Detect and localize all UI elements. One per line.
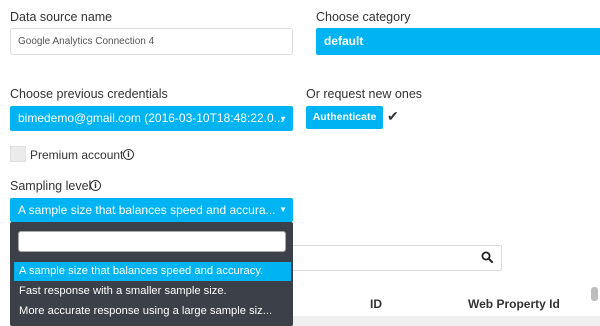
category-value: default	[324, 34, 364, 48]
data-source-name-input[interactable]: Google Analytics Connection 4	[10, 28, 293, 55]
info-icon[interactable]: i	[90, 180, 101, 191]
sampling-level-dropdown: A sample size that balances speed and ac…	[10, 222, 293, 326]
column-header-id[interactable]: ID	[370, 297, 382, 311]
chevron-down-icon: ▼	[279, 114, 287, 123]
credentials-value: bimedemo@gmail.com (2016-03-10T18:48:22.…	[18, 111, 284, 125]
chevron-down-icon: ▼	[279, 205, 287, 214]
data-source-name-label: Data source name	[10, 10, 113, 24]
info-icon[interactable]: i	[123, 149, 134, 160]
sampling-level-select[interactable]: A sample size that balances speed and ac…	[10, 198, 293, 222]
column-header-web-property-id[interactable]: Web Property Id	[468, 297, 560, 311]
category-select[interactable]: default	[316, 28, 600, 55]
table-row	[292, 316, 600, 326]
category-label: Choose category	[316, 10, 411, 24]
dropdown-option-balanced[interactable]: A sample size that balances speed and ac…	[14, 262, 291, 281]
premium-account-checkbox[interactable]	[10, 146, 26, 162]
sampling-level-label: Sampling level	[10, 179, 92, 193]
table-search-input[interactable]	[292, 245, 502, 271]
credentials-label: Choose previous credentials	[10, 87, 168, 101]
credentials-select[interactable]: bimedemo@gmail.com (2016-03-10T18:48:22.…	[10, 106, 293, 131]
check-icon: ✔	[387, 108, 399, 124]
search-icon[interactable]	[481, 251, 493, 263]
premium-account-label: Premium account	[30, 148, 124, 162]
dropdown-option-fast[interactable]: Fast response with a smaller sample size…	[14, 282, 291, 301]
scrollbar-thumb[interactable]	[591, 287, 598, 301]
authenticate-button[interactable]: Authenticate	[306, 106, 383, 129]
request-new-label: Or request new ones	[306, 87, 423, 101]
dropdown-search-input[interactable]	[18, 231, 286, 252]
sampling-level-value: A sample size that balances speed and ac…	[18, 203, 276, 217]
dropdown-option-accurate[interactable]: More accurate response using a large sam…	[14, 302, 291, 321]
